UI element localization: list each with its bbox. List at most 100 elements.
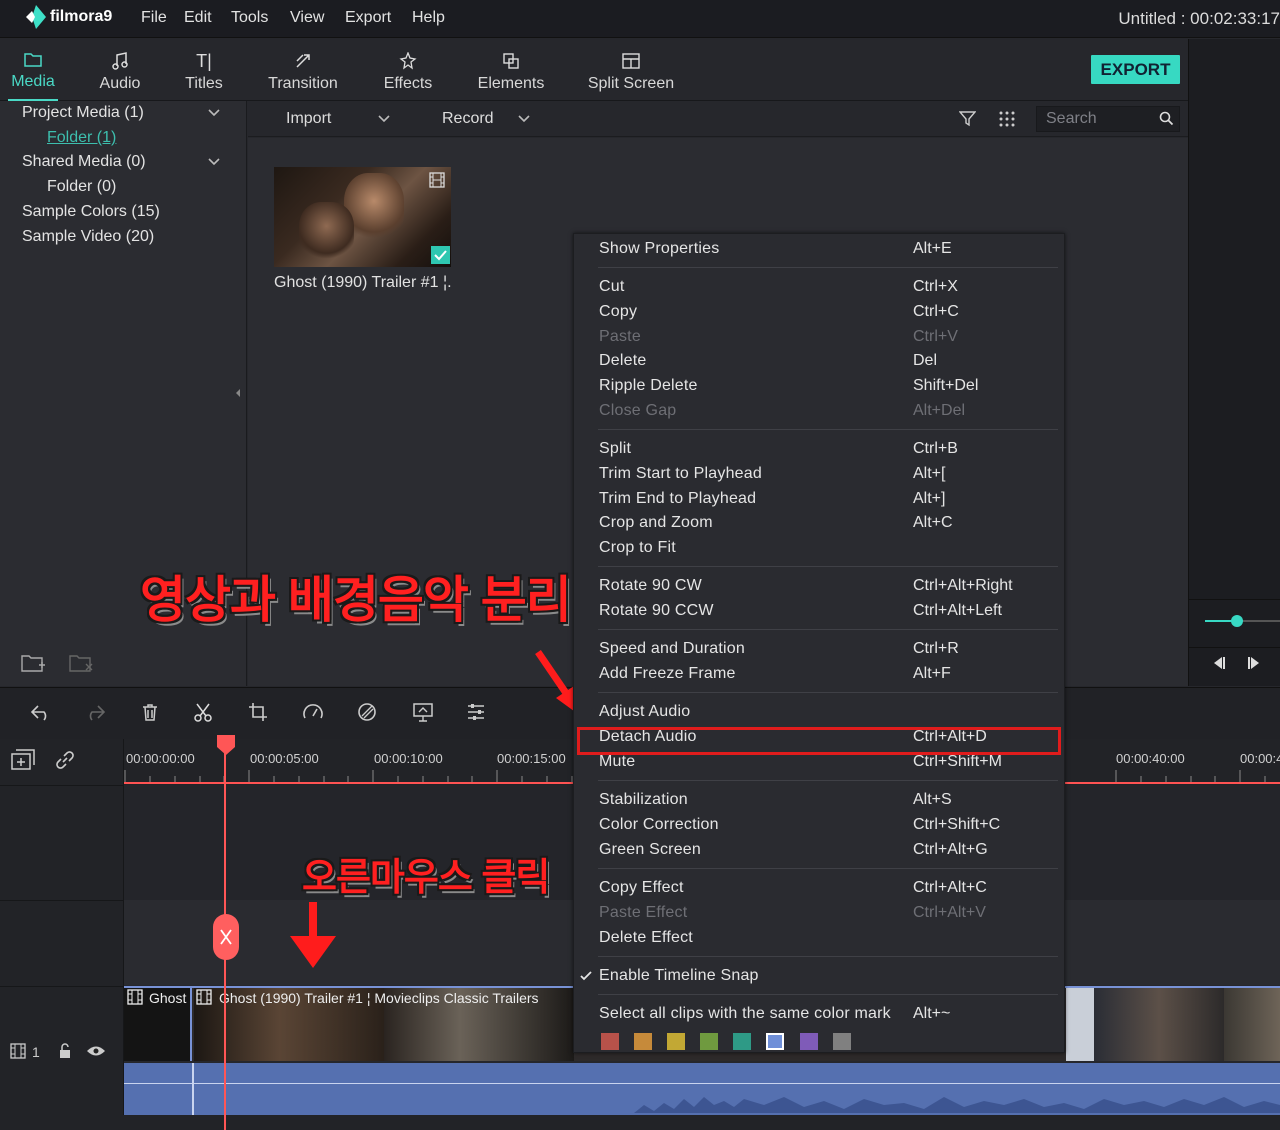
color-mark-red[interactable] xyxy=(601,1033,619,1050)
menu-adjust-audio[interactable]: Adjust Audio xyxy=(599,703,690,721)
scissors-icon[interactable] xyxy=(193,702,213,722)
tick-label: 00:00:00:00 xyxy=(126,751,195,766)
menu-copy-effect[interactable]: Copy Effect xyxy=(599,879,684,897)
chevron-down-icon[interactable] xyxy=(208,109,220,117)
chevron-down-icon[interactable] xyxy=(378,115,390,123)
menu-trim-start[interactable]: Trim Start to Playhead xyxy=(599,465,762,483)
lock-icon[interactable] xyxy=(58,1043,72,1059)
menu-shortcut: Ctrl+Alt+C xyxy=(913,879,987,896)
delete-folder-icon[interactable] xyxy=(68,652,94,674)
menu-crop-zoom[interactable]: Crop and Zoom xyxy=(599,514,713,532)
media-thumbnail[interactable] xyxy=(274,167,451,267)
menu-freeze-frame[interactable]: Add Freeze Frame xyxy=(599,665,736,683)
menu-shortcut: Ctrl+B xyxy=(913,440,958,457)
menu-trim-end[interactable]: Trim End to Playhead xyxy=(599,490,756,508)
eye-icon[interactable] xyxy=(86,1045,106,1057)
menu-speed-duration[interactable]: Speed and Duration xyxy=(599,640,745,658)
split-playhead-button[interactable] xyxy=(213,914,239,960)
volume-handle[interactable] xyxy=(1231,615,1243,627)
menu-separator xyxy=(598,692,1058,693)
tab-media[interactable]: Media xyxy=(8,39,58,101)
menu-delete[interactable]: Delete xyxy=(599,352,646,370)
sample-colors-item[interactable]: Sample Colors (15) xyxy=(22,203,160,221)
next-frame-icon[interactable] xyxy=(1245,655,1265,671)
tab-elements[interactable]: Elements xyxy=(474,39,548,101)
checkmark-icon xyxy=(431,246,450,264)
add-track-icon[interactable] xyxy=(10,749,36,771)
color-mark-teal[interactable] xyxy=(733,1033,751,1050)
filter-icon[interactable] xyxy=(959,110,976,127)
tab-effects[interactable]: Effects xyxy=(380,39,436,101)
menu-cut[interactable]: Cut xyxy=(599,278,625,296)
tab-audio[interactable]: Audio xyxy=(98,39,142,101)
tab-transition[interactable]: Transition xyxy=(266,39,340,101)
menu-shortcut: Ctrl+Alt+Right xyxy=(913,577,1013,594)
tab-label: Audio xyxy=(99,75,141,92)
redo-icon[interactable] xyxy=(84,703,106,721)
menu-edit[interactable]: Edit xyxy=(184,9,212,27)
menu-stabilization[interactable]: Stabilization xyxy=(599,791,688,809)
color-mark-purple[interactable] xyxy=(800,1033,818,1050)
shared-media-item[interactable]: Shared Media (0) xyxy=(22,153,146,171)
menu-mute[interactable]: Mute xyxy=(599,753,635,771)
menu-rotate-ccw[interactable]: Rotate 90 CCW xyxy=(599,602,714,620)
grid-view-icon[interactable] xyxy=(998,110,1016,128)
menu-delete-effect[interactable]: Delete Effect xyxy=(599,929,693,947)
menu-view[interactable]: View xyxy=(290,9,324,27)
menu-shortcut: Ctrl+Alt+G xyxy=(913,841,988,858)
audio-clip[interactable] xyxy=(124,1063,1280,1115)
menu-show-properties[interactable]: Show Properties xyxy=(599,240,719,258)
menu-separator xyxy=(598,629,1058,630)
new-folder-icon[interactable] xyxy=(20,652,46,674)
color-icon[interactable] xyxy=(357,702,377,722)
project-folder-item[interactable]: Folder (1) xyxy=(47,129,116,147)
menu-help[interactable]: Help xyxy=(412,9,445,27)
menu-paste-effect: Paste Effect xyxy=(599,904,688,921)
color-mark-blue[interactable] xyxy=(766,1033,784,1050)
playhead-handle[interactable] xyxy=(216,735,236,755)
menu-export[interactable]: Export xyxy=(345,9,391,27)
menu-green-screen[interactable]: Green Screen xyxy=(599,841,701,859)
menu-color-correction[interactable]: Color Correction xyxy=(599,816,719,834)
menu-shortcut: Ctrl+Alt+Left xyxy=(913,602,1002,619)
collapse-panel-icon[interactable] xyxy=(235,388,241,398)
film-icon xyxy=(429,172,445,188)
video-track-icon xyxy=(10,1043,26,1059)
color-mark-yellow[interactable] xyxy=(667,1033,685,1050)
crop-icon[interactable] xyxy=(248,702,268,722)
menu-split[interactable]: Split xyxy=(599,440,631,458)
color-mark-gray[interactable] xyxy=(833,1033,851,1050)
previous-frame-icon[interactable] xyxy=(1208,655,1228,671)
search-icon[interactable] xyxy=(1159,111,1174,126)
link-icon[interactable] xyxy=(54,749,76,771)
menu-select-color-mark[interactable]: Select all clips with the same color mar… xyxy=(599,1005,891,1023)
import-button[interactable]: Import xyxy=(286,110,331,128)
undo-icon[interactable] xyxy=(30,703,52,721)
elements-icon xyxy=(501,51,521,71)
menu-rotate-cw[interactable]: Rotate 90 CW xyxy=(599,577,702,595)
color-mark-orange[interactable] xyxy=(634,1033,652,1050)
tab-split-screen[interactable]: Split Screen xyxy=(587,39,675,101)
adjust-icon[interactable] xyxy=(466,702,486,722)
menu-ripple-delete[interactable]: Ripple Delete xyxy=(599,377,698,395)
scissors-icon xyxy=(220,929,232,945)
speed-icon[interactable] xyxy=(302,702,324,722)
record-button[interactable]: Record xyxy=(442,110,494,128)
sample-video-item[interactable]: Sample Video (20) xyxy=(22,228,154,246)
menu-file[interactable]: File xyxy=(141,9,167,27)
chevron-down-icon[interactable] xyxy=(208,158,220,166)
menu-tools[interactable]: Tools xyxy=(231,9,268,27)
trash-icon[interactable] xyxy=(140,702,160,722)
context-menu: Show Properties Alt+E Cut Ctrl+X Copy Ctrl+… xyxy=(573,233,1065,1053)
project-media-item[interactable]: Project Media (1) xyxy=(22,104,144,122)
export-button[interactable]: EXPORT xyxy=(1091,55,1180,84)
menu-timeline-snap[interactable]: Enable Timeline Snap xyxy=(599,967,759,985)
chevron-down-icon[interactable] xyxy=(518,115,530,123)
tab-titles[interactable]: T| Titles xyxy=(181,39,227,101)
shared-folder-item[interactable]: Folder (0) xyxy=(47,178,116,196)
menu-crop-fit[interactable]: Crop to Fit xyxy=(599,539,676,557)
color-mark-green[interactable] xyxy=(700,1033,718,1050)
menu-copy[interactable]: Copy xyxy=(599,303,637,321)
green-screen-icon[interactable] xyxy=(412,701,434,723)
menu-separator xyxy=(598,868,1058,869)
